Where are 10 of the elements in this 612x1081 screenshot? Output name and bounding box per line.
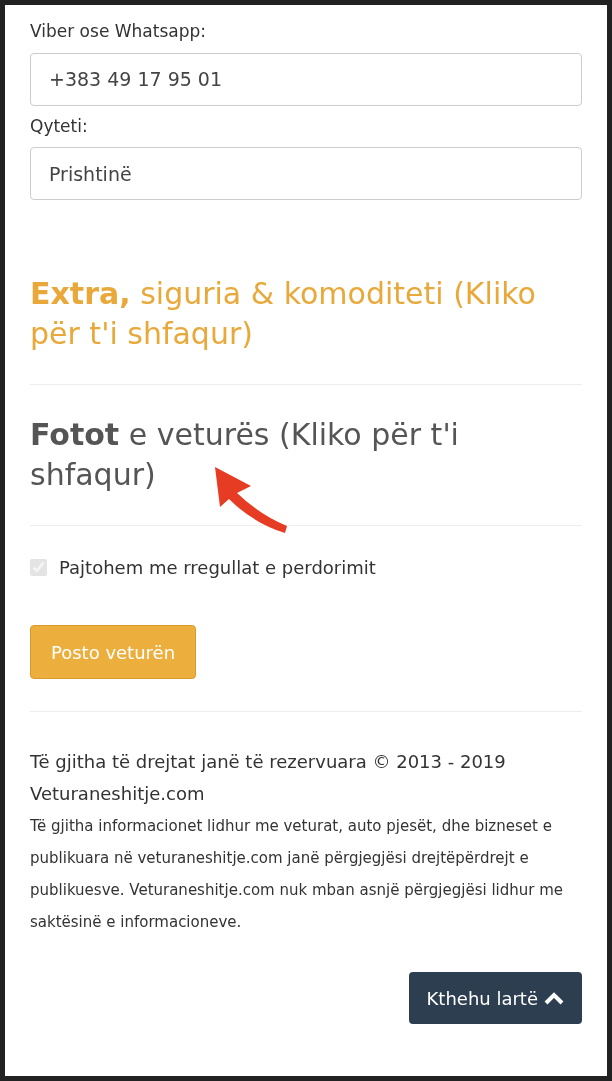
field-label: Viber ose Whatsapp: xyxy=(30,20,207,43)
terms-label: Pajtohem me rregullat e perdorimit xyxy=(59,556,376,580)
section-heading[interactable]: Fotot e veturës (Kliko për t'i shfaqur) xyxy=(30,397,582,513)
field-label: Qyteti: xyxy=(30,114,89,138)
chevron-up-icon xyxy=(544,991,564,1005)
input-field[interactable]: Prishtinë xyxy=(30,147,582,200)
input-field[interactable]: +383 49 17 95 01 xyxy=(30,52,582,106)
back-to-top-button[interactable]: Kthehu lartë xyxy=(408,972,582,1024)
disclaimer-text: Të gjitha informacionet lidhur me veturat, auto pjesët, dhe bizneset e publikuara në veturaneshitje.com janë përgjegjësi drejtëpërdrejt e publikuesve. Veturaneshitje.com nuk mban asnjë përgjegjësi lidhur me saktësinë e informacioneve. xyxy=(30,816,565,933)
copyright-text: Të gjitha të drejtat janë të rezervuara © 2013 - 2019 Veturaneshitje.com xyxy=(30,750,507,806)
